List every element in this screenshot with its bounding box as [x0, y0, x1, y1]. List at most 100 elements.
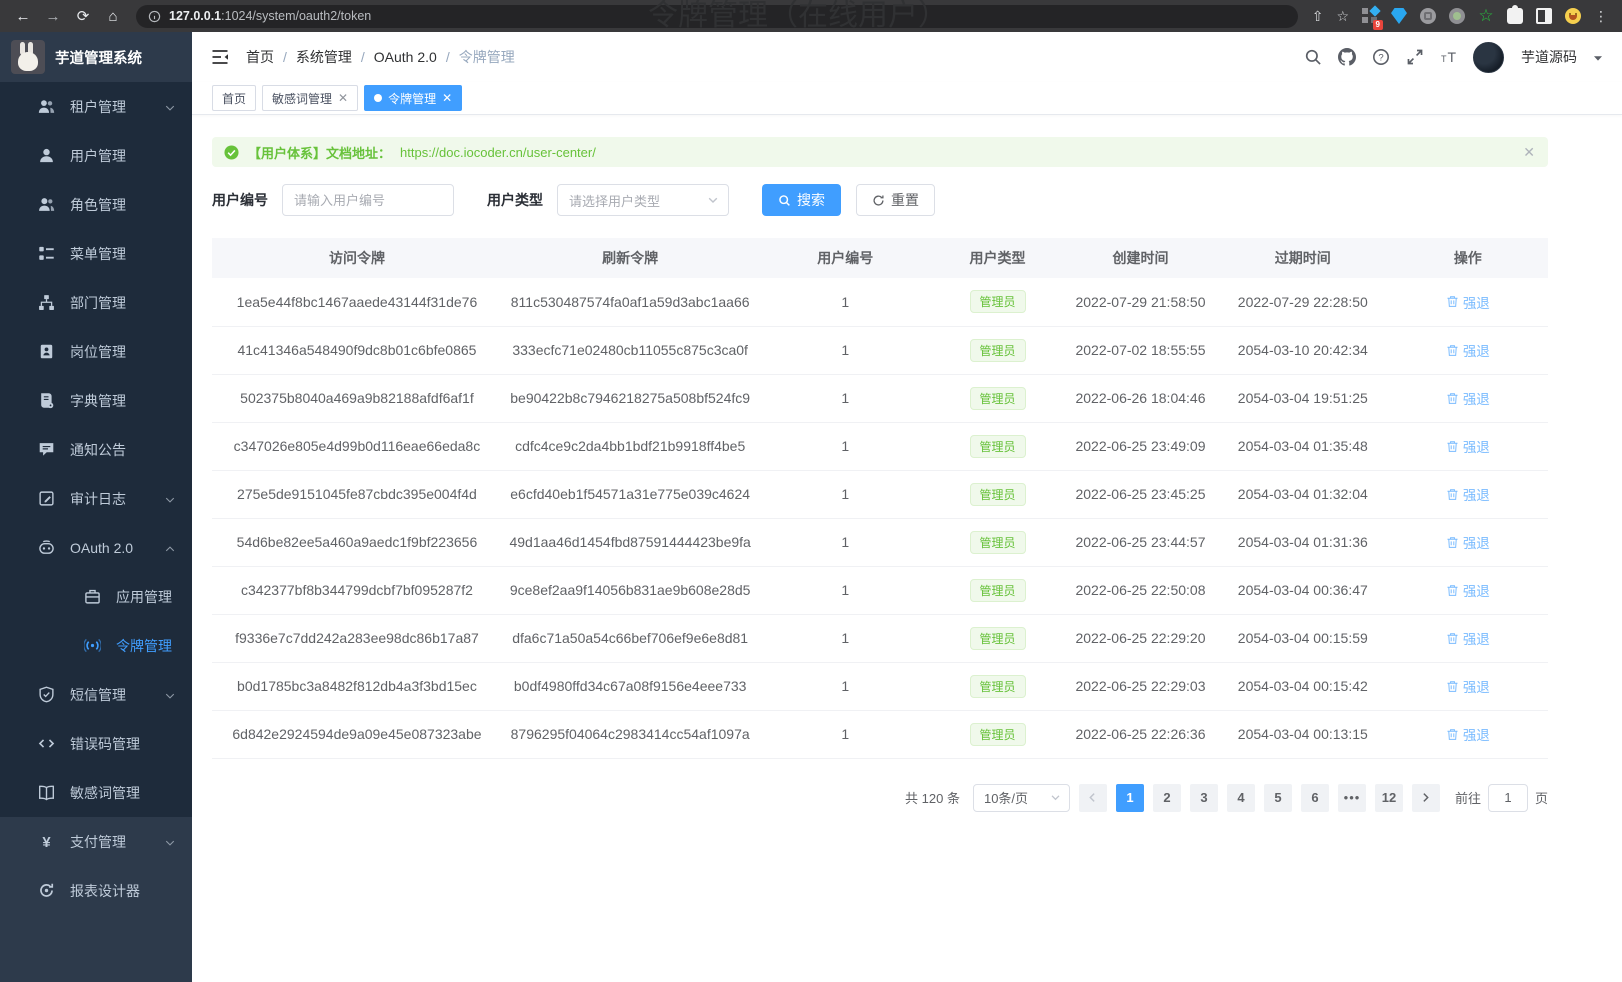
- bookmark-star-icon[interactable]: ☆: [1336, 8, 1349, 25]
- page-button-6[interactable]: 6: [1301, 784, 1329, 812]
- user-type-cell: 管理员: [932, 566, 1063, 614]
- user-type-select[interactable]: 请选择用户类型: [557, 184, 729, 216]
- force-logout-button[interactable]: 强退: [1446, 292, 1490, 312]
- browser-chrome: ← → ⟳ ⌂ 127.0.0.1:1024/system/oauth2/tok…: [0, 0, 1622, 32]
- sidebar-item-oauth2[interactable]: OAuth 2.0: [0, 523, 192, 572]
- sidebar-item-menu[interactable]: 菜单管理: [0, 229, 192, 278]
- reset-button[interactable]: 重置: [856, 184, 935, 216]
- tab-close-icon[interactable]: ✕: [338, 92, 348, 104]
- force-logout-button[interactable]: 强退: [1446, 340, 1490, 360]
- page-button-1[interactable]: 1: [1116, 784, 1144, 812]
- user-type-cell: 管理员: [932, 374, 1063, 422]
- sidebar-item-oauth2-app[interactable]: 应用管理: [0, 572, 192, 621]
- chevron-down-icon: [164, 493, 176, 505]
- action-cell: 强退: [1388, 326, 1548, 374]
- sidebar-item-tenant[interactable]: 租户管理: [0, 82, 192, 131]
- search-button[interactable]: 搜索: [762, 184, 841, 216]
- tab-令牌管理[interactable]: 令牌管理✕: [364, 85, 462, 111]
- expire-time-cell: 2054-03-04 00:15:59: [1218, 614, 1388, 662]
- access-token-cell: 1ea5e44f8bc1467aaede43144f31de76: [212, 278, 502, 326]
- chevron-down-icon: [164, 689, 176, 701]
- alert-doc-link[interactable]: https://doc.iocoder.cn/user-center/: [400, 145, 596, 160]
- sidebar-item-sms[interactable]: 短信管理: [0, 670, 192, 719]
- access-token-cell: c342377bf8b344799dcbf7bf095287f2: [212, 566, 502, 614]
- extensions-puzzle-icon[interactable]: [1507, 8, 1523, 24]
- browser-home-icon[interactable]: ⌂: [100, 3, 126, 29]
- sidebar-item-error-code[interactable]: 错误码管理: [0, 719, 192, 768]
- sidebar-item-sensitive-word[interactable]: 敏感词管理: [0, 768, 192, 817]
- share-icon[interactable]: ⇧: [1312, 8, 1324, 25]
- column-header: 刷新令牌: [502, 238, 759, 278]
- sidebar-item-dept[interactable]: 部门管理: [0, 278, 192, 327]
- extension-star-icon[interactable]: ☆: [1478, 8, 1494, 24]
- sidebar-item-notice[interactable]: 通知公告: [0, 425, 192, 474]
- force-logout-button[interactable]: 强退: [1446, 532, 1490, 552]
- browser-forward-icon[interactable]: →: [40, 3, 66, 29]
- force-logout-button[interactable]: 强退: [1446, 388, 1490, 408]
- extension-record-icon[interactable]: [1449, 8, 1465, 24]
- user-avatar[interactable]: [1473, 42, 1504, 73]
- tab-close-icon[interactable]: ✕: [442, 92, 452, 104]
- breadcrumb-item[interactable]: 首页: [246, 47, 274, 67]
- page-size-select[interactable]: 10条/页: [973, 784, 1070, 812]
- prev-page-button[interactable]: [1079, 784, 1107, 812]
- top-navbar: 首页/系统管理/OAuth 2.0/令牌管理 ? TT 芋道源码: [192, 32, 1622, 82]
- page-button-4[interactable]: 4: [1227, 784, 1255, 812]
- sidebar-item-user[interactable]: 用户管理: [0, 131, 192, 180]
- user-id-label: 用户编号: [212, 190, 268, 210]
- force-logout-button[interactable]: 强退: [1446, 484, 1490, 504]
- search-icon[interactable]: [1303, 48, 1322, 67]
- sidebar-item-report[interactable]: 报表设计器: [0, 866, 192, 915]
- font-size-icon[interactable]: TT: [1439, 48, 1458, 67]
- browser-reload-icon[interactable]: ⟳: [70, 3, 96, 29]
- user-menu-caret-icon[interactable]: [1592, 51, 1604, 63]
- action-cell: 强退: [1388, 422, 1548, 470]
- help-icon[interactable]: ?: [1371, 48, 1390, 67]
- breadcrumb-item[interactable]: 系统管理: [296, 47, 352, 67]
- breadcrumb-separator: /: [446, 49, 450, 65]
- breadcrumb-item[interactable]: OAuth 2.0: [374, 49, 437, 65]
- page-button-3[interactable]: 3: [1190, 784, 1218, 812]
- table-row: b0d1785bc3a8482f812db4a3f3bd15ecb0df4980…: [212, 662, 1548, 710]
- force-logout-button[interactable]: 强退: [1446, 436, 1490, 456]
- force-logout-button[interactable]: 强退: [1446, 580, 1490, 600]
- sidebar-item-post[interactable]: 岗位管理: [0, 327, 192, 376]
- user-type-badge: 管理员: [970, 627, 1026, 650]
- menu-fold-icon[interactable]: [210, 47, 230, 67]
- next-page-button[interactable]: [1412, 784, 1440, 812]
- side-panel-icon[interactable]: [1536, 8, 1552, 24]
- user-name[interactable]: 芋道源码: [1521, 47, 1577, 67]
- sidebar-item-oauth2-token[interactable]: 令牌管理: [0, 621, 192, 670]
- extension-tiles-icon[interactable]: 9: [1362, 8, 1378, 24]
- profile-emoji-icon[interactable]: [1565, 8, 1581, 24]
- pager-more-button[interactable]: •••: [1338, 784, 1366, 812]
- tab-首页[interactable]: 首页: [212, 85, 256, 111]
- sidebar-item-role[interactable]: 角色管理: [0, 180, 192, 229]
- fullscreen-icon[interactable]: [1405, 48, 1424, 67]
- sidebar-item-dict[interactable]: 字典管理: [0, 376, 192, 425]
- force-logout-button[interactable]: 强退: [1446, 724, 1490, 744]
- role-icon: [38, 196, 55, 213]
- report-icon: [38, 882, 55, 899]
- expire-time-cell: 2054-03-04 19:51:25: [1218, 374, 1388, 422]
- browser-back-icon[interactable]: ←: [10, 3, 36, 29]
- extension-cmd-icon[interactable]: [1420, 8, 1436, 24]
- address-bar[interactable]: 127.0.0.1:1024/system/oauth2/token: [136, 5, 1298, 28]
- sidebar-item-pay[interactable]: ¥支付管理: [0, 817, 192, 866]
- goto-page-input[interactable]: [1488, 784, 1528, 812]
- expire-time-cell: 2054-03-04 00:36:47: [1218, 566, 1388, 614]
- site-info-icon[interactable]: [148, 10, 161, 23]
- github-icon[interactable]: [1337, 48, 1356, 67]
- sidebar-item-audit-log[interactable]: 审计日志: [0, 474, 192, 523]
- page-button-2[interactable]: 2: [1153, 784, 1181, 812]
- alert-close-icon[interactable]: ✕: [1523, 144, 1535, 161]
- page-button-5[interactable]: 5: [1264, 784, 1292, 812]
- force-logout-button[interactable]: 强退: [1446, 628, 1490, 648]
- page-button-12[interactable]: 12: [1375, 784, 1403, 812]
- force-logout-button[interactable]: 强退: [1446, 676, 1490, 696]
- extension-gem-icon[interactable]: [1391, 8, 1407, 24]
- tab-敏感词管理[interactable]: 敏感词管理✕: [262, 85, 358, 111]
- app-logo[interactable]: 芋道管理系统: [0, 32, 192, 82]
- user-id-input[interactable]: [282, 184, 454, 216]
- browser-menu-icon[interactable]: ⋮: [1594, 8, 1608, 25]
